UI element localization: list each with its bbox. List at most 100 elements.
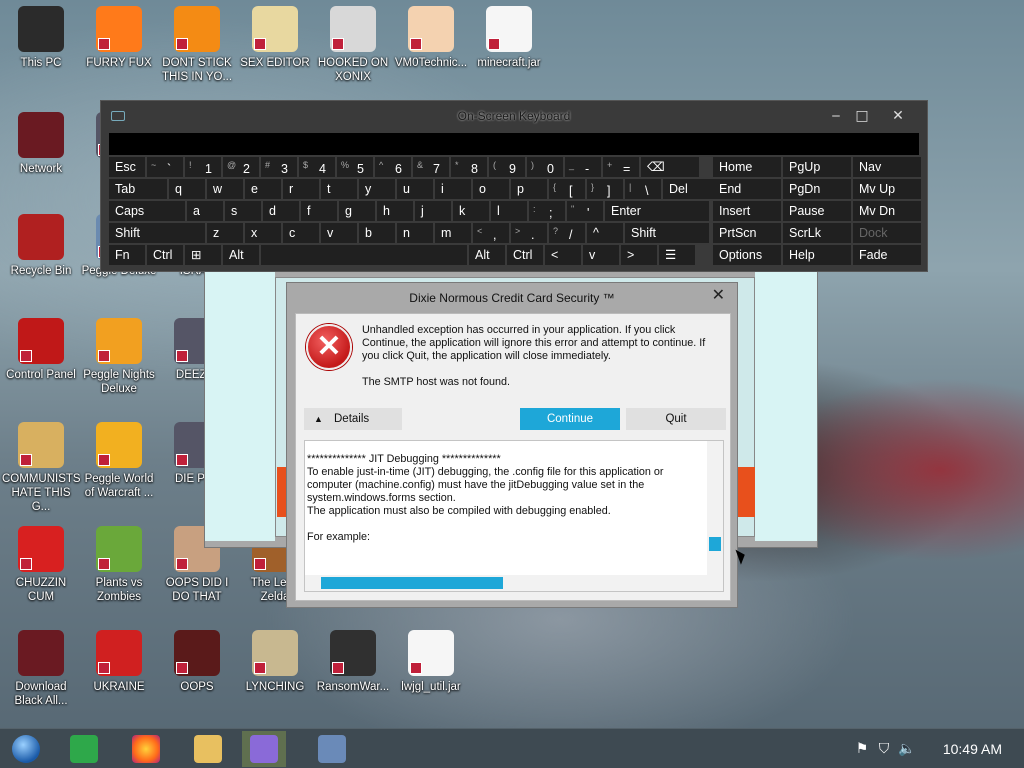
desktop-icon-lynching[interactable]: LYNCHING xyxy=(236,630,314,694)
key-1[interactable]: ! 1 xyxy=(185,157,222,177)
key-l[interactable]: l xyxy=(491,201,528,221)
vertical-scroll-thumb[interactable] xyxy=(709,537,721,551)
quit-button[interactable]: Quit xyxy=(626,408,726,430)
taskbar-notes[interactable] xyxy=(62,731,106,767)
key-symbol[interactable]: ⊞ xyxy=(185,245,222,265)
key-scrlk[interactable]: ScrLk xyxy=(783,223,852,243)
key-symbol[interactable]: ^ xyxy=(587,223,624,243)
taskbar-file-explorer[interactable] xyxy=(186,731,230,767)
desktop-icon-network[interactable]: Network xyxy=(2,112,80,176)
key-help[interactable]: Help xyxy=(783,245,852,265)
key-f[interactable]: f xyxy=(301,201,338,221)
key-j[interactable]: j xyxy=(415,201,452,221)
desktop-icon-plants-vs-zombies[interactable]: Plants vs Zombies xyxy=(80,526,158,604)
key-s[interactable]: s xyxy=(225,201,262,221)
continue-button[interactable]: Continue xyxy=(520,408,620,430)
key-n[interactable]: n xyxy=(397,223,434,243)
key-x[interactable]: x xyxy=(245,223,282,243)
osk-title-bar[interactable]: On-Screen Keyboard ‒ □ ✕ xyxy=(101,101,927,131)
key-u[interactable]: u xyxy=(397,179,434,199)
desktop-icon-vm0technic[interactable]: VM0Technic... xyxy=(392,6,470,70)
key-z[interactable]: z xyxy=(207,223,244,243)
key-symbol[interactable]: {[ xyxy=(549,179,586,199)
desktop-icon-peggle-world-of-warcraft[interactable]: Peggle World of Warcraft ... xyxy=(80,422,158,500)
key-p[interactable]: p xyxy=(511,179,548,199)
key-dock[interactable]: Dock xyxy=(853,223,922,243)
key-nav[interactable]: Nav xyxy=(853,157,922,177)
vertical-scrollbar[interactable] xyxy=(707,441,723,591)
key-i[interactable]: i xyxy=(435,179,472,199)
key-v[interactable]: v xyxy=(321,223,358,243)
key-8[interactable]: * 8 xyxy=(451,157,488,177)
key-6[interactable]: ^ 6 xyxy=(375,157,412,177)
key-mvdn[interactable]: Mv Dn xyxy=(853,201,922,221)
desktop-icon-oops[interactable]: OOPS xyxy=(158,630,236,694)
key-symbol[interactable]: <, xyxy=(473,223,510,243)
network-icon[interactable]: ⛉ xyxy=(876,741,892,757)
key-symbol[interactable]: }] xyxy=(587,179,624,199)
desktop-icon-hooked-on-xonix[interactable]: HOOKED ON XONIX xyxy=(314,6,392,84)
key-symbol[interactable]: > xyxy=(621,245,658,265)
key-mvup[interactable]: Mv Up xyxy=(853,179,922,199)
key-ctrl[interactable]: Ctrl xyxy=(147,245,184,265)
clock[interactable]: 10:49 AM xyxy=(943,741,1002,757)
key-pause[interactable]: Pause xyxy=(783,201,852,221)
key-space[interactable] xyxy=(261,245,468,265)
osk-close-button[interactable]: ✕ xyxy=(883,105,913,127)
key-symbol[interactable]: ~ ` xyxy=(147,157,184,177)
desktop-icon-furry-fux[interactable]: FURRY FUX xyxy=(80,6,158,70)
key-del[interactable]: Del xyxy=(663,179,716,199)
horizontal-scroll-thumb[interactable] xyxy=(321,577,503,589)
key-2[interactable]: @2 xyxy=(223,157,260,177)
taskbar-start-orb[interactable] xyxy=(4,731,48,767)
desktop-icon-download-black-all[interactable]: Download Black All... xyxy=(2,630,80,708)
key-symbol[interactable]: ☰ xyxy=(659,245,696,265)
key-fade[interactable]: Fade xyxy=(853,245,922,265)
key-r[interactable]: r xyxy=(283,179,320,199)
key-esc[interactable]: Esc xyxy=(109,157,146,177)
key-insert[interactable]: Insert xyxy=(713,201,782,221)
key-c[interactable]: c xyxy=(283,223,320,243)
key-symbol[interactable]: _ - xyxy=(565,157,602,177)
horizontal-scrollbar[interactable] xyxy=(305,575,709,591)
desktop-icon-ransomwar[interactable]: RansomWar... xyxy=(314,630,392,694)
key-v[interactable]: v xyxy=(583,245,620,265)
key-pgdn[interactable]: PgDn xyxy=(783,179,852,199)
desktop-icon-dont-stick-this-in-yo[interactable]: DONT STICK THIS IN YO... xyxy=(158,6,236,84)
key-caps[interactable]: Caps xyxy=(109,201,186,221)
taskbar-osk[interactable] xyxy=(310,731,354,767)
key-7[interactable]: & 7 xyxy=(413,157,450,177)
key-t[interactable]: t xyxy=(321,179,358,199)
details-button[interactable]: ▲ Details xyxy=(304,408,402,430)
desktop-icon-ukraine[interactable]: UKRAINE xyxy=(80,630,158,694)
key-symbol[interactable]: ? / xyxy=(549,223,586,243)
key-symbol[interactable]: " ' xyxy=(567,201,604,221)
details-textbox[interactable]: ************** JIT Debugging ***********… xyxy=(304,440,724,592)
key-o[interactable]: o xyxy=(473,179,510,199)
key-tab[interactable]: Tab xyxy=(109,179,168,199)
desktop-icon-control-panel[interactable]: Control Panel xyxy=(2,318,80,382)
desktop-icon-chuzzin-cum[interactable]: CHUZZIN CUM xyxy=(2,526,80,604)
key-home[interactable]: Home xyxy=(713,157,782,177)
key-alt[interactable]: Alt xyxy=(223,245,260,265)
key-q[interactable]: q xyxy=(169,179,206,199)
key-a[interactable]: a xyxy=(187,201,224,221)
key-3[interactable]: #3 xyxy=(261,157,298,177)
key-symbol[interactable]: ⌫ xyxy=(641,157,700,177)
key-symbol[interactable]: :; xyxy=(529,201,566,221)
key-symbol[interactable]: >. xyxy=(511,223,548,243)
key-ctrl[interactable]: Ctrl xyxy=(507,245,544,265)
desktop-icon-minecraft-jar[interactable]: minecraft.jar xyxy=(470,6,548,70)
key-g[interactable]: g xyxy=(339,201,376,221)
key-prtscn[interactable]: PrtScn xyxy=(713,223,782,243)
dialog-close-button[interactable]: ✕ xyxy=(712,285,725,305)
key-0[interactable]: ) 0 xyxy=(527,157,564,177)
taskbar-firefox[interactable] xyxy=(124,731,168,767)
desktop-icon-this-pc[interactable]: This PC xyxy=(2,6,80,70)
taskbar-credit-card-app[interactable] xyxy=(242,731,286,767)
volume-icon[interactable]: 🔈 xyxy=(898,741,915,757)
osk-maximize-button[interactable]: □ xyxy=(847,105,877,127)
key-h[interactable]: h xyxy=(377,201,414,221)
key-symbol[interactable]: + = xyxy=(603,157,640,177)
key-e[interactable]: e xyxy=(245,179,282,199)
